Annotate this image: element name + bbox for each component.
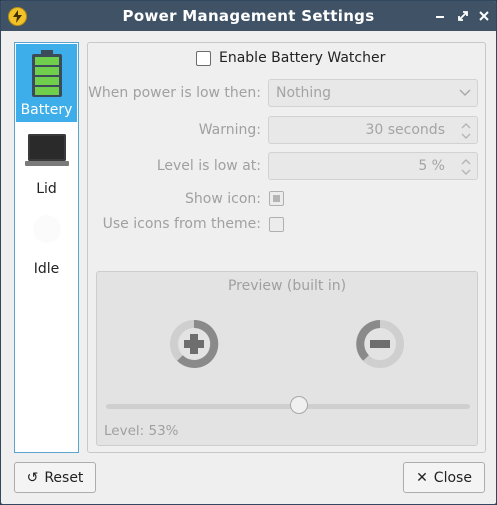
- reset-button-label: Reset: [44, 469, 84, 486]
- enable-battery-watcher-checkbox[interactable]: [196, 50, 211, 66]
- theme-icons-label: Use icons from theme:: [102, 216, 261, 232]
- spin-arrows-icon[interactable]: [460, 156, 472, 178]
- sidebar-item-idle[interactable]: Idle: [16, 203, 77, 281]
- show-icon-checkbox[interactable]: [269, 191, 284, 206]
- warning-label: Warning:: [198, 122, 261, 138]
- sidebar-item-label: Battery: [20, 102, 73, 118]
- preview-group: Preview (built in) Level: 53%: [96, 271, 478, 446]
- battery-icon: [32, 50, 62, 97]
- level-readout: Level: 53%: [104, 423, 179, 439]
- title-bar[interactable]: Power Management Settings: [1, 1, 496, 31]
- show-icon-label: Show icon:: [185, 191, 261, 207]
- window-title: Power Management Settings: [122, 7, 375, 25]
- level-slider-track[interactable]: [106, 404, 470, 409]
- low-action-value: Nothing: [276, 85, 332, 101]
- close-button-label: Close: [433, 469, 472, 486]
- low-action-label: When power is low then:: [88, 85, 261, 101]
- undo-icon: ↺: [26, 469, 39, 486]
- close-x-icon: ✕: [416, 469, 428, 486]
- enable-battery-watcher-label[interactable]: Enable Battery Watcher: [219, 50, 385, 66]
- laptop-icon: [25, 134, 69, 166]
- sidebar-item-label: Idle: [33, 261, 60, 277]
- level-slider-handle[interactable]: [289, 396, 308, 414]
- chevron-down-icon: [459, 89, 471, 97]
- battery-charging-plus-icon: [170, 319, 219, 368]
- preview-title: Preview (built in): [227, 278, 347, 294]
- level-low-value: 5 %: [418, 158, 445, 174]
- battery-settings-panel: Enable Battery Watcher When power is low…: [87, 42, 486, 453]
- sidebar-item-label: Lid: [36, 181, 57, 197]
- close-button[interactable]: ✕ Close: [403, 462, 485, 493]
- battery-discharging-minus-icon: [356, 320, 404, 368]
- reset-button[interactable]: ↺ Reset: [14, 462, 96, 493]
- sidebar: Battery Lid Idle: [14, 42, 79, 453]
- spin-arrows-icon[interactable]: [460, 120, 472, 142]
- warning-value: 30 seconds: [365, 122, 446, 138]
- sidebar-item-battery[interactable]: Battery: [16, 44, 77, 122]
- enable-battery-watcher-row[interactable]: Enable Battery Watcher: [196, 49, 385, 67]
- minimize-icon[interactable]: [433, 9, 447, 23]
- maximize-icon[interactable]: [456, 9, 470, 23]
- close-icon[interactable]: [477, 9, 491, 23]
- power-management-window: Power Management Settings Battery Lid Id…: [0, 0, 497, 505]
- level-low-label: Level is low at:: [156, 158, 261, 174]
- sidebar-item-lid[interactable]: Lid: [16, 123, 77, 201]
- warning-spinbox[interactable]: 30 seconds: [268, 116, 478, 144]
- level-low-spinbox[interactable]: 5 %: [268, 152, 478, 180]
- idle-icon: [33, 215, 61, 243]
- theme-icons-checkbox[interactable]: [269, 217, 284, 232]
- low-action-select[interactable]: Nothing: [268, 79, 478, 107]
